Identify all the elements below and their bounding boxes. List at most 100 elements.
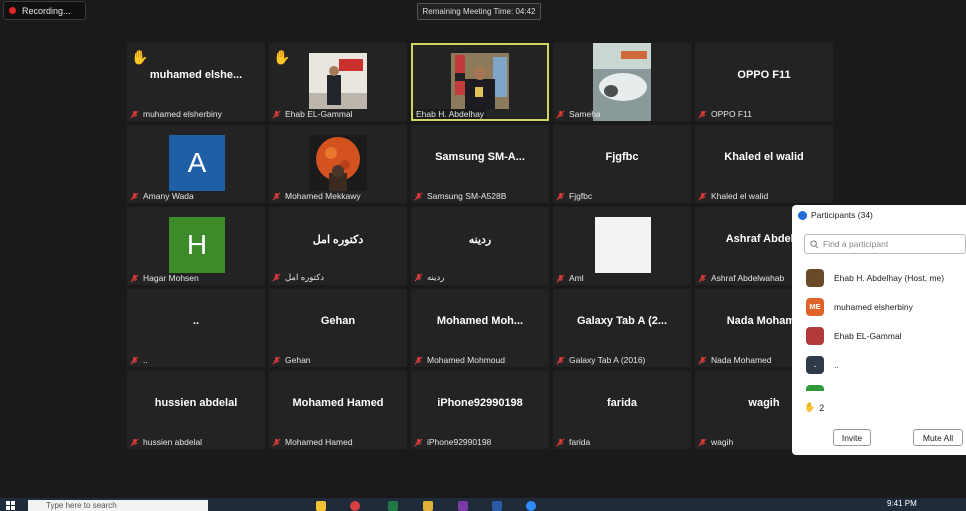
participants-panel: Participants (34) Find a participant Eha… (792, 205, 966, 455)
participant-video-tile[interactable]: ✋ muhamed elshe... muhamed elsherbiny (127, 43, 265, 121)
participant-name: Ehab EL-Gammal (834, 330, 902, 341)
excel-icon[interactable] (388, 501, 398, 511)
folder-icon[interactable] (423, 501, 433, 511)
participant-video-tile[interactable]: Mohamed Hamed Mohamed Hamed (269, 371, 407, 449)
video-photo (593, 43, 651, 121)
participant-video-tile[interactable]: دكتوره امل دكتوره امل (269, 207, 407, 285)
onenote-icon[interactable] (458, 501, 468, 511)
participant-video-tile[interactable]: ✋ Ehab EL-Gammal (269, 43, 407, 121)
tile-name-label: Amany Wada (143, 191, 194, 201)
tile-name-label: Aml (569, 273, 584, 283)
file-explorer-icon[interactable] (316, 501, 326, 511)
participant-video-tile[interactable]: farida farida (553, 371, 691, 449)
participant-video-tile[interactable]: H Hagar Mohsen (127, 207, 265, 285)
tile-name-tag: Fjgfbc (556, 191, 592, 201)
tile-name-label: Ashraf Abdelwahab (711, 273, 785, 283)
tile-name-label: Mohamed Mekkawy (285, 191, 361, 201)
tile-name-label: Ehab EL-Gammal (285, 109, 353, 119)
avatar: ME (806, 297, 824, 316)
tile-name-tag: Amany Wada (130, 191, 194, 201)
tile-display-name: Khaled el walid (724, 151, 804, 163)
windows-start-icon[interactable] (6, 501, 15, 510)
tile-display-name: Mohamed Hamed (292, 397, 384, 409)
tile-name-tag: ردينه (414, 272, 444, 283)
participant-video-tile[interactable]: .... (127, 289, 265, 367)
tile-name-label: ردينه (427, 272, 445, 282)
tile-name-label: .. (143, 355, 148, 365)
tile-name-tag: Galaxy Tab A (2016) (556, 355, 645, 365)
participant-video-tile[interactable]: Mohamed Moh... Mohamed Mohmoud (411, 289, 549, 367)
tile-name-label: iPhone92990198 (427, 437, 492, 447)
tile-name-tag: دكتوره امل (272, 272, 324, 283)
video-photo (595, 217, 651, 273)
word-icon[interactable] (492, 501, 502, 511)
tile-name-tag: Ehab H. Abdelhay (414, 109, 487, 119)
mic-muted-icon (414, 438, 423, 446)
tile-name-label: hussien abdelal (143, 437, 203, 447)
raised-hands-count-label: 2 (819, 402, 825, 413)
tile-name-tag: Ehab EL-Gammal (272, 109, 353, 119)
tile-name-label: Ehab H. Abdelhay (416, 109, 485, 119)
tile-display-name: Mohamed Moh... (436, 315, 524, 327)
participants-icon (798, 210, 807, 220)
tile-name-tag: Ashraf Abdelwahab (698, 273, 784, 283)
mic-muted-icon (272, 438, 281, 446)
participant-video-tile[interactable]: Mohamed Mekkawy (269, 125, 407, 203)
participant-list[interactable]: Ehab H. Abdelhay (Host, me) ME muhamed els… (806, 263, 966, 391)
participants-title-label: Participants (34) (811, 210, 873, 220)
video-photo (451, 53, 509, 109)
participant-name: .. (834, 359, 839, 370)
recording-indicator[interactable]: Recording... (3, 1, 86, 20)
tile-display-name: Gehan (320, 315, 356, 327)
participant-video-tile[interactable]: Sameha (553, 43, 691, 121)
tile-display-name: OPPO F11 (737, 69, 791, 81)
tile-name-tag: .. (130, 355, 148, 365)
participant-list-item[interactable]: ME muhamed elsherbiny (806, 292, 966, 321)
participant-list-item[interactable]: ... (806, 350, 966, 379)
participant-video-tile[interactable]: Fjgfbc Fjgfbc (553, 125, 691, 203)
participant-video-tile[interactable]: OPPO F11 OPPO F11 (695, 43, 833, 121)
participant-video-tile[interactable]: Khaled el walid Khaled el walid (695, 125, 833, 203)
recording-label: Recording... (22, 5, 71, 16)
participant-video-tile[interactable]: ردينه ردينه (411, 207, 549, 285)
mic-muted-icon (272, 356, 281, 364)
tile-name-tag: iPhone92990198 (414, 437, 491, 447)
participant-video-tile[interactable]: Gehan Gehan (269, 289, 407, 367)
tile-display-name: Fjgfbc (605, 151, 639, 163)
tile-name-tag: Nada Mohamed (698, 355, 771, 365)
zoom-icon[interactable] (526, 501, 536, 511)
tile-display-name: Galaxy Tab A (2... (576, 315, 668, 327)
raised-hand-icon: ✋ (131, 49, 149, 65)
tile-name-label: Mohamed Hamed (285, 437, 353, 447)
mic-muted-icon (556, 274, 565, 282)
participant-list-item[interactable]: A AbdelRhmam m (806, 379, 966, 391)
participant-video-tile[interactable]: Samsung SM-A... Samsung SM-A528B (411, 125, 549, 203)
avatar: . (806, 355, 824, 374)
tile-name-label: Nada Mohamed (711, 355, 772, 365)
mic-muted-icon (130, 438, 139, 446)
participant-search-input[interactable]: Find a participant (804, 234, 966, 254)
participant-video-tile[interactable]: Ehab H. Abdelhay (411, 43, 549, 121)
mic-muted-icon (130, 356, 139, 364)
tile-name-label: Galaxy Tab A (2016) (569, 355, 646, 365)
tile-name-tag: Mohamed Mohmoud (414, 355, 505, 365)
tile-name-tag: Mohamed Hamed (272, 437, 353, 447)
meeting-timer: Remaining Meeting Time: 04:42 (417, 3, 541, 20)
mute-all-button[interactable]: Mute All (913, 429, 963, 446)
participant-list-item[interactable]: Ehab EL-Gammal (806, 321, 966, 350)
participant-video-tile[interactable]: Aml (553, 207, 691, 285)
taskbar-search-input[interactable]: Type here to search (28, 500, 208, 511)
mic-muted-icon (698, 356, 707, 364)
participant-video-tile[interactable]: hussien abdelal hussien abdelal (127, 371, 265, 449)
participant-video-tile[interactable]: iPhone92990198 iPhone92990198 (411, 371, 549, 449)
tile-name-label: Sameha (569, 109, 601, 119)
tile-name-tag: Sameha (556, 109, 601, 119)
participant-video-tile[interactable]: Galaxy Tab A (2... Galaxy Tab A (2016) (553, 289, 691, 367)
mic-muted-icon (272, 273, 281, 282)
participant-list-item[interactable]: Ehab H. Abdelhay (Host, me) (806, 263, 966, 292)
raised-hands-count[interactable]: ✋ 2 (804, 402, 824, 413)
chrome-icon[interactable] (350, 501, 360, 511)
tile-display-name: farida (607, 397, 637, 409)
participant-video-tile[interactable]: A Amany Wada (127, 125, 265, 203)
invite-button[interactable]: Invite (833, 429, 871, 446)
